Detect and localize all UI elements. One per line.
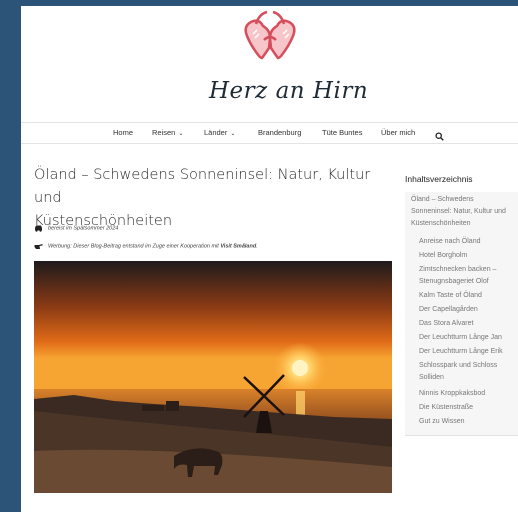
toc-item-capellagarden[interactable]: Der Capellagården (419, 304, 478, 316)
article-hero-image (34, 261, 392, 493)
car-icon (35, 225, 42, 232)
toc-item-kalm[interactable]: Kalm Taste of Öland (419, 290, 482, 302)
nav-reisen[interactable]: Reisen ⌄ (152, 128, 183, 137)
chevron-down-icon: ⌄ (178, 131, 184, 137)
travel-date: bereist im Spätsommer 2024 (34, 224, 118, 232)
toc-item-kuestenstrasse[interactable]: Die Küstenstraße (419, 402, 473, 414)
toc-item-anreise[interactable]: Anreise nach Öland (419, 236, 480, 248)
visit-smaland-link[interactable]: Visit Småland (220, 243, 256, 249)
nav-laender[interactable]: Länder ⌄ (204, 128, 235, 137)
toc-item-hotel-borgholm[interactable]: Hotel Borgholm (419, 250, 467, 262)
heart-glasses-icon (244, 10, 296, 60)
nav-brandenburg[interactable]: Brandenburg (258, 128, 301, 137)
nav-tuete-buntes[interactable]: Tüte Buntes (322, 128, 362, 137)
toc-item-zimtschnecken[interactable]: Zimtschnecken backen – Stenugnsbageriet … (419, 264, 496, 288)
site-logo[interactable]: Herz an Hirn (209, 8, 369, 118)
site-title: Herz an Hirn (209, 78, 369, 104)
advertising-notice: Werbung: Dieser Blog-Beitrag entstand im… (34, 242, 258, 250)
toc-heading: Inhaltsverzeichnis (405, 174, 473, 184)
nav-home[interactable]: Home (113, 128, 133, 137)
article-title: Öland – Schwedens Sonneninsel: Natur, Ku… (34, 167, 371, 229)
pointing-hand-icon (34, 244, 43, 249)
chevron-down-icon: ⌄ (230, 131, 236, 137)
nav-ueber-mich[interactable]: Über mich (381, 128, 415, 137)
toc-item-gut-zu-wissen[interactable]: Gut zu Wissen (419, 416, 465, 428)
toc-item-lange-jan[interactable]: Der Leuchtturm Långe Jan (419, 332, 502, 344)
main-nav: Home Reisen ⌄ Länder ⌄ Brandenburg Tüte Bu… (21, 122, 518, 144)
table-of-contents: Öland – Schwedens Sonneninsel: Natur, Ku… (405, 192, 518, 436)
toc-item-lange-erik[interactable]: Der Leuchtturm Långe Erik (419, 346, 503, 358)
toc-item-schlosspark[interactable]: Schlosspark und Schloss Solliden (419, 360, 497, 384)
toc-item-kroppkaksbod[interactable]: Ninnis Kroppkaksbod (419, 388, 485, 400)
toc-item-main[interactable]: Öland – Schwedens Sonneninsel: Natur, Ku… (411, 194, 506, 230)
search-icon[interactable] (435, 128, 444, 146)
toc-item-stora-alvaret[interactable]: Das Stora Alvaret (419, 318, 473, 330)
page: Herz an Hirn Home Reisen ⌄ Länder ⌄ Brande… (21, 6, 518, 512)
